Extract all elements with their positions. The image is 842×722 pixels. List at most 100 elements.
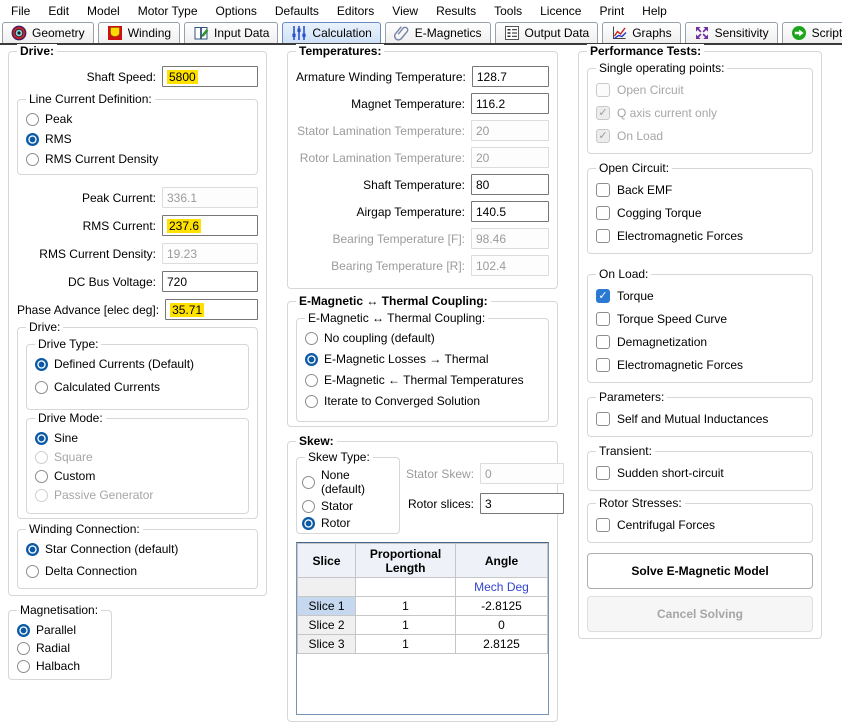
- checkbox-icon[interactable]: ✓: [596, 289, 610, 303]
- rms-current-density-input[interactable]: 19.23: [162, 243, 258, 264]
- skew-type-option[interactable]: Stator: [302, 499, 394, 513]
- line-current-definition-option[interactable]: RMS: [26, 132, 249, 146]
- coupling-option[interactable]: E-Magnetic Losses → Thermal: [305, 352, 540, 366]
- parameters-checkbox[interactable]: ✓Self and Mutual Inductances: [596, 412, 804, 426]
- tab-calculation[interactable]: Calculation: [282, 22, 380, 43]
- checkbox-icon[interactable]: ✓: [596, 106, 610, 120]
- radio-icon[interactable]: [26, 153, 39, 166]
- checkbox-icon[interactable]: ✓: [596, 83, 610, 97]
- radio-icon[interactable]: [35, 489, 48, 502]
- proportional-length-cell[interactable]: 1: [356, 597, 456, 616]
- radio-icon[interactable]: [26, 113, 39, 126]
- dc-bus-voltage-input[interactable]: 720: [162, 271, 258, 292]
- checkbox-icon[interactable]: ✓: [596, 206, 610, 220]
- magnetisation-option[interactable]: Halbach: [17, 659, 103, 673]
- single-operating-points-checkbox[interactable]: ✓Open Circuit: [596, 83, 804, 97]
- menu-item-view[interactable]: View: [383, 2, 427, 20]
- angle-cell[interactable]: 2.8125: [456, 635, 548, 654]
- solve-e-magnetic-model-button[interactable]: Solve E-Magnetic Model: [587, 553, 813, 589]
- proportional-length-cell[interactable]: 1: [356, 635, 456, 654]
- radio-icon[interactable]: [305, 332, 318, 345]
- stator-skew-input[interactable]: 0: [480, 463, 564, 484]
- tab-e-magnetics[interactable]: E-Magnetics: [385, 22, 491, 43]
- magnetisation-option[interactable]: Radial: [17, 641, 103, 655]
- bearing-temperature-r-input[interactable]: 102.4: [471, 255, 549, 276]
- armature-winding-temperature-input[interactable]: 128.7: [472, 66, 549, 87]
- radio-icon[interactable]: [35, 451, 48, 464]
- radio-icon[interactable]: [302, 476, 315, 489]
- rotor-slices-input[interactable]: 3: [480, 493, 564, 514]
- slice-row-header[interactable]: Slice 3: [298, 635, 356, 654]
- checkbox-icon[interactable]: ✓: [596, 335, 610, 349]
- checkbox-icon[interactable]: ✓: [596, 358, 610, 372]
- line-current-definition-option[interactable]: RMS Current Density: [26, 152, 249, 166]
- peak-current-input[interactable]: 336.1: [162, 187, 258, 208]
- menu-item-results[interactable]: Results: [427, 2, 485, 20]
- menu-item-tools[interactable]: Tools: [485, 2, 531, 20]
- shaft-speed-input[interactable]: 5800: [162, 66, 258, 87]
- checkbox-icon[interactable]: ✓: [596, 312, 610, 326]
- angle-cell[interactable]: -2.8125: [456, 597, 548, 616]
- skew-type-option[interactable]: None (default): [302, 468, 394, 496]
- drive-mode-option[interactable]: Passive Generator: [35, 488, 240, 502]
- menu-item-options[interactable]: Options: [207, 2, 266, 20]
- checkbox-icon[interactable]: ✓: [596, 412, 610, 426]
- menu-item-editors[interactable]: Editors: [328, 2, 383, 20]
- winding-connection-option[interactable]: Star Connection (default): [26, 542, 249, 556]
- menu-item-help[interactable]: Help: [633, 2, 676, 20]
- slice-row-header[interactable]: Slice 1: [298, 597, 356, 616]
- menu-item-file[interactable]: File: [2, 2, 39, 20]
- radio-icon[interactable]: [26, 133, 39, 146]
- magnet-temperature-input[interactable]: 116.2: [471, 93, 549, 114]
- single-operating-points-checkbox[interactable]: ✓On Load: [596, 129, 804, 143]
- rms-current-input[interactable]: 237.6: [162, 215, 258, 236]
- tab-graphs[interactable]: Graphs: [602, 22, 680, 43]
- radio-icon[interactable]: [26, 543, 39, 556]
- on-load-checkbox[interactable]: ✓Electromagnetic Forces: [596, 358, 804, 372]
- open-circuit-checkbox[interactable]: ✓Electromagnetic Forces: [596, 229, 804, 243]
- airgap-temperature-input[interactable]: 140.5: [471, 201, 549, 222]
- single-operating-points-checkbox[interactable]: ✓Q axis current only: [596, 106, 804, 120]
- skew-type-option[interactable]: Rotor: [302, 516, 394, 530]
- menu-item-motor-type[interactable]: Motor Type: [129, 2, 207, 20]
- coupling-option[interactable]: Iterate to Converged Solution: [305, 394, 540, 408]
- radio-icon[interactable]: [302, 517, 315, 530]
- coupling-option[interactable]: E-Magnetic ← Thermal Temperatures: [305, 373, 540, 387]
- stator-lamination-temperature-input[interactable]: 20: [471, 120, 549, 141]
- tab-input-data[interactable]: Input Data: [184, 22, 278, 43]
- on-load-checkbox[interactable]: ✓Torque Speed Curve: [596, 312, 804, 326]
- bearing-temperature-f-input[interactable]: 98.46: [471, 228, 549, 249]
- drive-type-option[interactable]: Calculated Currents: [35, 380, 240, 394]
- slice-row-header[interactable]: Slice 2: [298, 616, 356, 635]
- phase-advance-input[interactable]: 35.71: [165, 299, 258, 320]
- menu-item-model[interactable]: Model: [78, 2, 129, 20]
- radio-icon[interactable]: [35, 470, 48, 483]
- drive-mode-option[interactable]: Custom: [35, 469, 240, 483]
- radio-icon[interactable]: [305, 374, 318, 387]
- tab-scripting[interactable]: Scripting: [782, 22, 842, 43]
- tab-winding[interactable]: Winding: [98, 22, 180, 43]
- winding-connection-option[interactable]: Delta Connection: [26, 564, 249, 578]
- on-load-checkbox[interactable]: ✓Demagnetization: [596, 335, 804, 349]
- angle-cell[interactable]: 0: [456, 616, 548, 635]
- proportional-length-cell[interactable]: 1: [356, 616, 456, 635]
- menu-item-licence[interactable]: Licence: [531, 2, 590, 20]
- radio-icon[interactable]: [17, 624, 30, 637]
- magnetisation-option[interactable]: Parallel: [17, 623, 103, 637]
- radio-icon[interactable]: [17, 642, 30, 655]
- open-circuit-checkbox[interactable]: ✓Back EMF: [596, 183, 804, 197]
- drive-type-option[interactable]: Defined Currents (Default): [35, 357, 240, 371]
- drive-mode-option[interactable]: Sine: [35, 431, 240, 445]
- checkbox-icon[interactable]: ✓: [596, 129, 610, 143]
- tab-output-data[interactable]: Output Data: [495, 22, 599, 43]
- rotor-lamination-temperature-input[interactable]: 20: [471, 147, 549, 168]
- line-current-definition-option[interactable]: Peak: [26, 112, 249, 126]
- radio-icon[interactable]: [26, 565, 39, 578]
- transient-checkbox[interactable]: ✓Sudden short-circuit: [596, 466, 804, 480]
- tab-geometry[interactable]: Geometry: [2, 22, 94, 43]
- checkbox-icon[interactable]: ✓: [596, 518, 610, 532]
- radio-icon[interactable]: [305, 395, 318, 408]
- checkbox-icon[interactable]: ✓: [596, 229, 610, 243]
- radio-icon[interactable]: [305, 353, 318, 366]
- menu-item-print[interactable]: Print: [590, 2, 633, 20]
